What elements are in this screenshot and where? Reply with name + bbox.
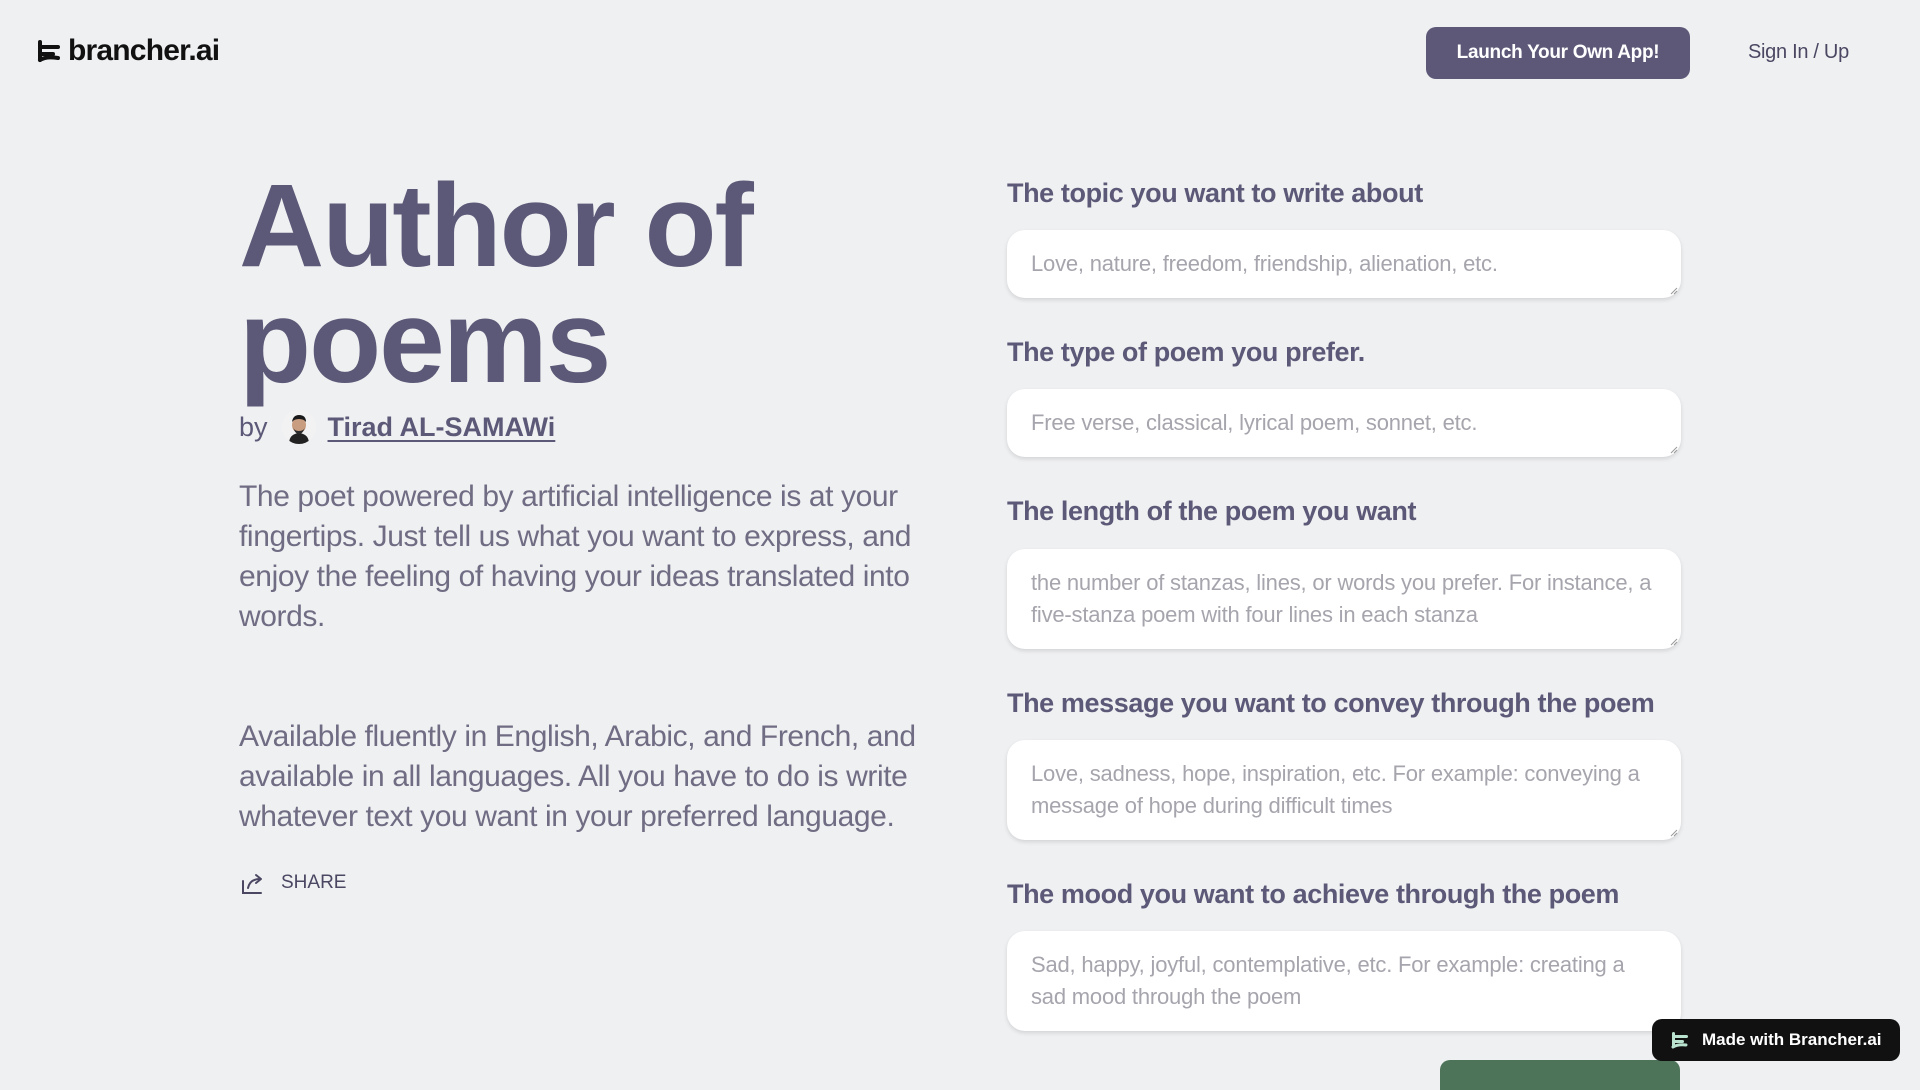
resize-handle-icon[interactable] [1668,827,1678,837]
made-with-label: Made with Brancher.ai [1702,1030,1882,1049]
message-label: The message you want to convey through t… [1007,688,1655,718]
share-icon [242,874,262,894]
mood-input[interactable]: Sad, happy, joyful, contemplative, etc. … [1007,931,1681,1031]
page-title: Author of poems [239,160,919,408]
length-label: The length of the poem you want [1007,496,1417,526]
length-placeholder: the number of stanzas, lines, or words y… [1031,570,1652,627]
message-input[interactable]: Love, sadness, hope, inspiration, etc. F… [1007,740,1681,840]
resize-handle-icon[interactable] [1668,285,1678,295]
topic-placeholder: Love, nature, freedom, friendship, alien… [1031,251,1498,276]
intro-section: Author of poems by Tirad AL-SAMAWi The p… [239,160,919,897]
resize-handle-icon[interactable] [1668,444,1678,454]
brancher-logo-icon [38,40,60,62]
title-line-2: poems [239,276,611,408]
submit-button[interactable] [1440,1060,1680,1090]
by-label: by [239,411,268,442]
title-line-1: Author of [239,160,754,292]
poem-type-input[interactable]: Free verse, classical, lyrical poem, son… [1007,389,1681,457]
sign-in-link[interactable]: Sign In / Up [1748,41,1849,64]
length-input[interactable]: the number of stanzas, lines, or words y… [1007,549,1681,649]
share-button[interactable]: SHARE [239,869,919,897]
brancher-logo-icon [1671,1032,1688,1049]
poem-type-placeholder: Free verse, classical, lyrical poem, son… [1031,410,1478,435]
resize-handle-icon[interactable] [1668,636,1678,646]
author-avatar [281,410,316,444]
mood-label: The mood you want to achieve through the… [1007,879,1620,909]
logo-text: brancher.ai [68,34,220,67]
description-paragraph-1: The poet powered by artificial intellige… [239,480,912,633]
launch-app-button[interactable]: Launch Your Own App! [1426,27,1690,79]
topic-label: The topic you want to write about [1007,178,1423,208]
mood-placeholder: Sad, happy, joyful, contemplative, etc. … [1031,952,1625,1009]
topic-input[interactable]: Love, nature, freedom, friendship, alien… [1007,230,1681,298]
brancher-logo[interactable]: brancher.ai [36,34,220,68]
message-placeholder: Love, sadness, hope, inspiration, etc. F… [1031,761,1640,818]
poem-type-label: The type of poem you prefer. [1007,337,1365,367]
author-link[interactable]: Tirad AL-SAMAWi [328,412,556,443]
description-paragraph-2: Available fluently in English, Arabic, a… [239,720,916,833]
top-header: brancher.ai Launch Your Own App! Sign In… [0,0,1920,106]
made-with-brancher-badge[interactable]: Made with Brancher.ai [1652,1019,1900,1061]
byline: by Tirad AL-SAMAWi [239,410,919,444]
share-label: SHARE [281,872,347,893]
